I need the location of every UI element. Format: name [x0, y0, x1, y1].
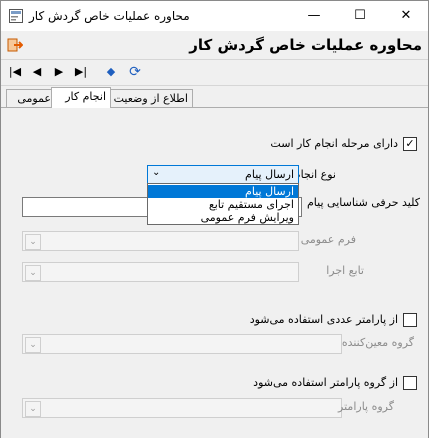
- dialog-header: محاوره عملیات خاص گردش کار: [1, 32, 428, 60]
- last-icon[interactable]: ▶|: [73, 64, 89, 80]
- dropdown-option-edit-general-form[interactable]: ویرایش فرم عمومی: [148, 211, 298, 224]
- has-action-stage-label: دارای مرحله انجام کار است: [270, 137, 398, 150]
- dropdown-option-send-message[interactable]: ارسال پیام: [148, 185, 298, 198]
- title-bar: محاوره عملیات خاص گردش کار — ☐ ✕: [1, 1, 428, 31]
- general-form-label: فرم عمومی: [300, 233, 356, 246]
- tab-action[interactable]: انجام کار: [51, 87, 111, 108]
- has-action-stage-checkbox[interactable]: ✓: [403, 137, 417, 151]
- close-button[interactable]: ✕: [383, 1, 429, 31]
- message-key-label: کلید حرفی شناسایی پیام: [307, 196, 420, 209]
- erase-icon[interactable]: ◆: [103, 64, 119, 80]
- general-form-select[interactable]: ⌄: [22, 231, 299, 251]
- tab-panel-action: ✓ دارای مرحله انجام کار است نوع انجام کا…: [1, 107, 428, 438]
- dialog-window: محاوره عملیات خاص گردش کار — ☐ ✕ محاوره …: [0, 0, 429, 438]
- tab-general[interactable]: عمومی: [6, 89, 56, 108]
- window-title: محاوره عملیات خاص گردش کار: [29, 9, 190, 23]
- navigation-toolbar: |◀ ◀ ▶ ▶| ◆ ⟳: [1, 60, 428, 86]
- dropdown-option-run-function[interactable]: اجرای مستقیم تابع: [148, 198, 298, 211]
- action-type-dropdown-list: ارسال پیام اجرای مستقیم تابع ویرایش فرم …: [147, 183, 299, 225]
- first-icon[interactable]: |◀: [7, 64, 23, 80]
- numeric-param-label: از پارامتر عددی استفاده می‌شود: [249, 313, 398, 326]
- maximize-button[interactable]: ☐: [337, 1, 383, 31]
- designated-group-label: گروه معین‌کننده: [341, 336, 414, 349]
- app-icon: [9, 9, 23, 23]
- minimize-button[interactable]: —: [291, 1, 337, 31]
- chevron-down-icon: ⌄: [25, 234, 41, 250]
- chevron-down-icon: ⌄: [25, 401, 41, 417]
- action-type-value: ارسال پیام: [245, 168, 294, 181]
- header-title: محاوره عملیات خاص گردش کار: [189, 36, 422, 54]
- refresh-icon[interactable]: ⟳: [127, 64, 143, 80]
- prev-icon[interactable]: ◀: [29, 64, 45, 80]
- chevron-down-icon: ⌄: [152, 167, 161, 178]
- tab-strip: عمومی انجام کار اطلاع از وضعیت: [1, 87, 428, 108]
- param-group-checkbox[interactable]: [403, 376, 417, 390]
- param-group-flag-label: از گروه پارامتر استفاده می‌شود: [253, 376, 398, 389]
- tab-status-notification[interactable]: اطلاع از وضعیت: [105, 89, 193, 108]
- executor-select[interactable]: ⌄: [22, 262, 299, 282]
- designated-group-select[interactable]: ⌄: [22, 334, 342, 354]
- action-type-select[interactable]: ⌄ ارسال پیام: [147, 165, 299, 185]
- next-icon[interactable]: ▶: [51, 64, 67, 80]
- numeric-param-checkbox[interactable]: [403, 313, 417, 327]
- chevron-down-icon: ⌄: [25, 337, 41, 353]
- chevron-down-icon: ⌄: [25, 265, 41, 281]
- exit-icon[interactable]: [7, 38, 23, 52]
- param-group-select[interactable]: ⌄: [22, 398, 342, 418]
- param-group-label: گروه پارامتر: [338, 400, 394, 413]
- executor-label: تابع اجرا: [326, 264, 364, 277]
